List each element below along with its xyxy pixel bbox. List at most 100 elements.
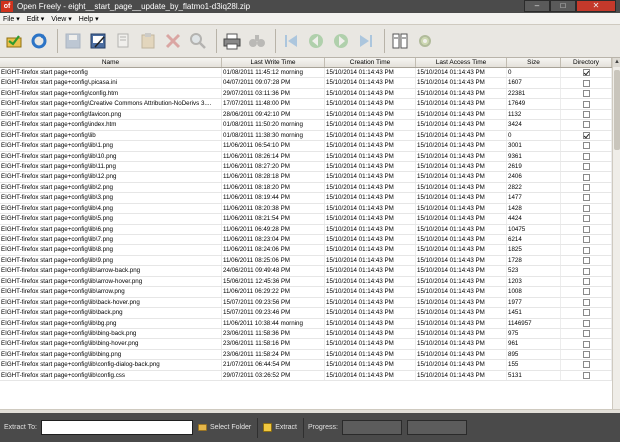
directory-checkbox[interactable] [583, 142, 590, 150]
table-row[interactable]: EIGHT-firefox start page+config\lib\conf… [0, 360, 612, 371]
column-header-last-write-time[interactable]: Last Write Time [222, 58, 325, 67]
delete-button[interactable] [162, 30, 184, 52]
directory-checkbox[interactable] [583, 184, 590, 192]
extract-button[interactable]: Extract [263, 423, 297, 432]
table-row[interactable]: EIGHT-firefox start page+config\lib\12.p… [0, 172, 612, 183]
directory-checkbox[interactable] [583, 100, 590, 108]
print-button[interactable] [221, 30, 243, 52]
cell-size: 1132 [507, 109, 561, 120]
table-row[interactable]: EIGHT-firefox start page+config\lib\4.pn… [0, 203, 612, 215]
table-row[interactable]: EIGHT-firefox start page+config\lib\arro… [0, 287, 612, 298]
maximize-button[interactable]: □ [550, 0, 576, 12]
directory-checkbox[interactable] [583, 319, 590, 327]
table-row[interactable]: EIGHT-firefox start page+config\Creative… [0, 99, 612, 110]
table-row[interactable]: EIGHT-firefox start page+config\lib\back… [0, 308, 612, 319]
table-row[interactable]: EIGHT-firefox start page+config\lib\back… [0, 297, 612, 309]
table-row[interactable]: EIGHT-firefox start page+config\lib\bing… [0, 339, 612, 350]
settings-button[interactable] [414, 30, 436, 52]
column-header-name[interactable]: Name [0, 58, 222, 67]
directory-checkbox[interactable] [583, 371, 590, 379]
directory-checkbox[interactable] [583, 90, 590, 98]
table-row[interactable]: EIGHT-firefox start page+config\lib\11.p… [0, 161, 612, 173]
directory-checkbox[interactable] [583, 330, 590, 338]
refresh-button[interactable] [28, 30, 50, 52]
table-row[interactable]: EIGHT-firefox start page+config\lib\5.pn… [0, 214, 612, 225]
menu-edit[interactable]: Edit ▾ [27, 15, 45, 23]
vertical-scrollbar[interactable]: ▲ [612, 58, 620, 409]
close-button[interactable]: ✕ [576, 0, 616, 12]
directory-checkbox[interactable] [583, 236, 590, 244]
copy-button[interactable] [112, 30, 134, 52]
minimize-button[interactable]: – [524, 0, 550, 12]
column-header-directory[interactable]: Directory [561, 58, 612, 67]
table-row[interactable]: EIGHT-firefox start page+config 01/08/201… [0, 68, 612, 79]
table-row[interactable]: EIGHT-firefox start page+config\lib\8.pn… [0, 245, 612, 256]
table-row[interactable]: EIGHT-firefox start page+config\lib\2.pn… [0, 182, 612, 194]
table-row[interactable]: EIGHT-firefox start page+config\.picasa.… [0, 78, 612, 89]
back-button[interactable] [305, 30, 327, 52]
table-row[interactable]: EIGHT-firefox start page+config\lib\arro… [0, 276, 612, 288]
directory-checkbox[interactable] [583, 215, 590, 223]
search-button[interactable] [187, 30, 209, 52]
scroll-up-icon[interactable]: ▲ [613, 58, 620, 67]
directory-checkbox[interactable] [583, 309, 590, 317]
table-row[interactable]: EIGHT-firefox start page+config\lib\9.pn… [0, 255, 612, 267]
find-button[interactable] [246, 30, 268, 52]
cell-name: EIGHT-firefox start page+config\lib\2.pn… [0, 182, 222, 193]
table-row[interactable]: EIGHT-firefox start page+config\lib\6.pn… [0, 224, 612, 235]
directory-checkbox[interactable] [583, 267, 590, 275]
table-row[interactable]: EIGHT-firefox start page+config\lib\bing… [0, 328, 612, 340]
last-button[interactable] [355, 30, 377, 52]
directory-checkbox[interactable] [583, 152, 590, 160]
paste-button[interactable] [137, 30, 159, 52]
directory-checkbox[interactable] [583, 79, 590, 87]
table-row[interactable]: EIGHT-firefox start page+config\lib\10.p… [0, 151, 612, 162]
directory-checkbox[interactable] [583, 173, 590, 181]
table-row[interactable]: EIGHT-firefox start page+config\lib\3.pn… [0, 193, 612, 204]
directory-checkbox[interactable] [583, 340, 590, 348]
cell-name: EIGHT-firefox start page+config\lib\bing… [0, 339, 222, 349]
directory-checkbox[interactable] [583, 288, 590, 296]
first-button[interactable] [280, 30, 302, 52]
table-row[interactable]: EIGHT-firefox start page+config\config.h… [0, 88, 612, 100]
directory-checkbox[interactable] [583, 110, 590, 118]
directory-checkbox[interactable] [583, 194, 590, 202]
table-row[interactable]: EIGHT-firefox start page+config\lib\7.pn… [0, 235, 612, 246]
table-row[interactable]: EIGHT-firefox start page+config\lib\bg.p… [0, 318, 612, 329]
cell-size: 17649 [507, 99, 561, 109]
column-header-size[interactable]: Size [507, 58, 561, 67]
forward-button[interactable] [330, 30, 352, 52]
directory-checkbox[interactable] [583, 361, 590, 369]
toolbar-separator [275, 29, 276, 53]
table-row[interactable]: EIGHT-firefox start page+config\lib\conf… [0, 370, 612, 382]
directory-checkbox[interactable] [583, 257, 590, 265]
save-button[interactable] [62, 30, 84, 52]
directory-checkbox[interactable] [583, 298, 590, 306]
table-row[interactable]: EIGHT-firefox start page+config\lib\arro… [0, 266, 612, 277]
menu-view[interactable]: View ▾ [51, 15, 72, 23]
directory-checkbox[interactable] [583, 351, 590, 359]
directory-checkbox[interactable] [583, 121, 590, 129]
directory-checkbox[interactable] [583, 277, 590, 285]
directory-checkbox[interactable] [583, 246, 590, 254]
directory-checkbox[interactable] [583, 204, 590, 212]
table-row[interactable]: EIGHT-firefox start page+config\index.ht… [0, 120, 612, 131]
select-folder-button[interactable]: Select Folder [197, 424, 251, 431]
table-row[interactable]: EIGHT-firefox start page+config\lib\bing… [0, 349, 612, 361]
edit-button[interactable] [87, 30, 109, 52]
directory-checkbox[interactable] [583, 69, 590, 77]
properties-button[interactable] [389, 30, 411, 52]
directory-checkbox[interactable] [583, 163, 590, 171]
scroll-thumb[interactable] [614, 70, 620, 150]
extract-to-input[interactable] [40, 420, 193, 435]
directory-checkbox[interactable] [583, 225, 590, 233]
column-header-creation-time[interactable]: Creation Time [325, 58, 416, 67]
directory-checkbox[interactable] [583, 131, 590, 139]
menu-file[interactable]: File ▾ [3, 15, 20, 23]
menu-help[interactable]: Help ▾ [79, 15, 99, 23]
table-row[interactable]: EIGHT-firefox start page+config\lib\1.pn… [0, 141, 612, 152]
table-row[interactable]: EIGHT-firefox start page+config\favicon.… [0, 109, 612, 121]
column-header-last-access-time[interactable]: Last Access Time [416, 58, 507, 67]
open-archive-button[interactable] [3, 30, 25, 52]
table-row[interactable]: EIGHT-firefox start page+config\lib 01/08… [0, 130, 612, 142]
